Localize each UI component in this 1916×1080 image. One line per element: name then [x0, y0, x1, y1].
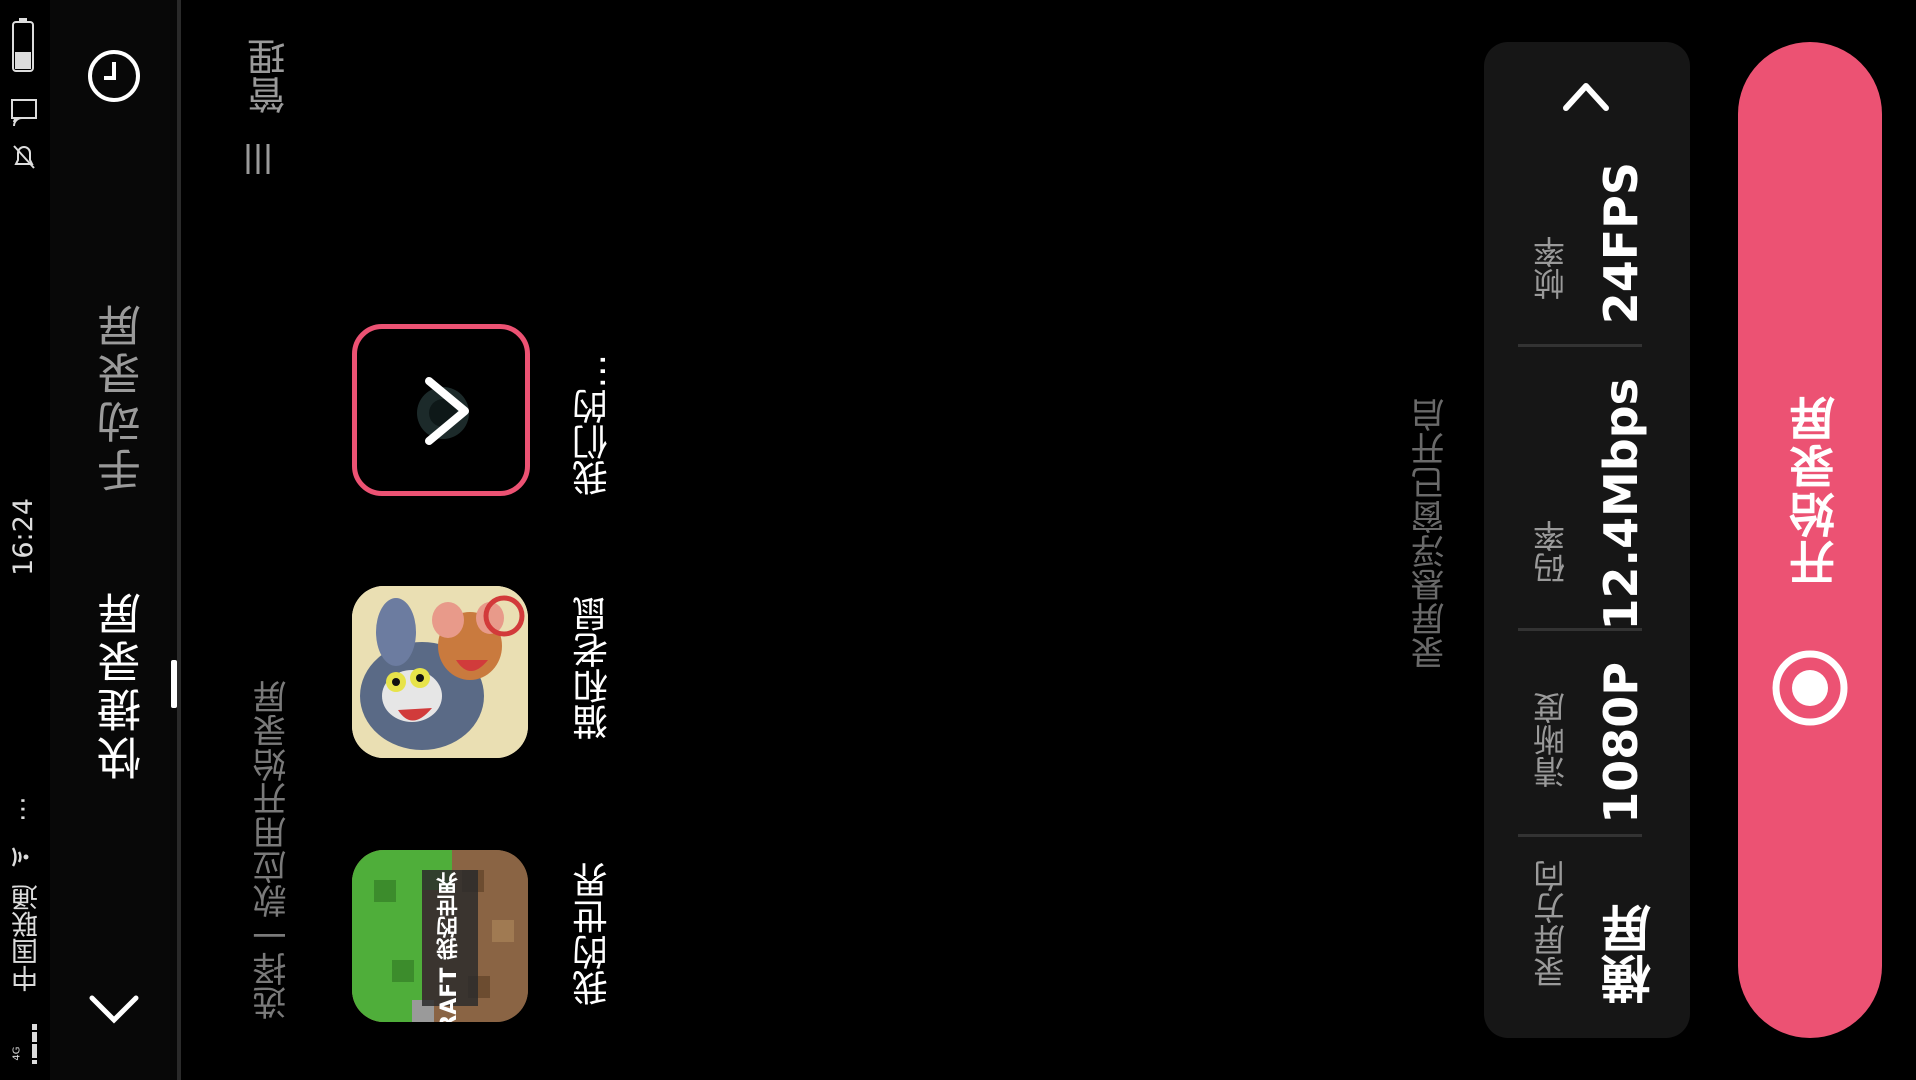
battery-icon	[12, 18, 34, 72]
tab-manual-record[interactable]: 手动录屏	[92, 300, 156, 492]
app-name: 我们的...	[573, 354, 614, 497]
settings-divider	[1518, 344, 1642, 347]
status-time: 16:24	[8, 498, 39, 576]
chevron-up-icon[interactable]	[1560, 70, 1612, 122]
settings-divider	[1518, 628, 1642, 631]
tab-panel	[50, 0, 181, 1080]
minecraft-icon[interactable]: MINECRAFT 我的世界	[352, 850, 528, 1022]
setting-orientation[interactable]: 录屏方向 横屏	[1524, 858, 1659, 1008]
setting-resolution-value: 1080P	[1594, 662, 1648, 824]
setting-fps-label: 帧率	[1532, 236, 1570, 300]
minecraft-logo-text: MINECRAFT 我的世界	[437, 872, 462, 1022]
setting-bitrate-value: 12.4Mbps	[1594, 378, 1648, 631]
status-carrier: 中国联通	[12, 884, 43, 992]
setting-orientation-value: 横屏	[1601, 904, 1659, 1004]
setting-fps-value: 24FPS	[1594, 162, 1648, 325]
settings-divider	[1518, 834, 1642, 837]
floating-window-status: 录屏悬浮窗已开启	[1411, 398, 1451, 670]
app-name: 我的世界	[573, 862, 614, 1006]
app-name: 猫和老鼠	[573, 596, 614, 740]
status-more-icon: ⋯	[8, 796, 38, 822]
start-recording-label: 开始录屏	[1788, 394, 1842, 586]
mute-bell-icon	[10, 142, 38, 172]
menu-icon	[244, 142, 276, 176]
tom-and-jerry-icon[interactable]	[352, 586, 528, 758]
history-icon[interactable]	[86, 48, 142, 104]
status-bar: 16:24 ⋯ 中国联通 4G	[0, 0, 50, 1080]
signal-icon: 4G	[10, 1018, 40, 1066]
record-icon	[1770, 648, 1850, 728]
setting-resolution-label: 清晰度	[1532, 692, 1570, 788]
tab-quick-record[interactable]: 快捷录屏	[92, 588, 156, 780]
setting-resolution[interactable]: 清晰度 1080P	[1524, 662, 1654, 824]
tab-active-indicator	[171, 660, 177, 708]
more-apps-icon[interactable]	[352, 324, 530, 496]
start-recording-button[interactable]: 开始录屏	[1738, 42, 1882, 1038]
cast-icon	[10, 98, 38, 128]
setting-bitrate-label: 码率	[1532, 520, 1570, 584]
wifi-icon	[9, 842, 39, 872]
panel-divider	[177, 0, 180, 1080]
select-app-hint: 选择一款应用开始录屏	[253, 680, 293, 1020]
status-network-type: 4G	[11, 1046, 23, 1061]
manage-label: 管理	[248, 38, 292, 114]
manage-button[interactable]: 管理	[238, 38, 292, 178]
setting-bitrate[interactable]: 码率 12.4Mbps	[1524, 372, 1654, 631]
chevron-down-icon[interactable]	[86, 980, 142, 1036]
setting-orientation-label: 录屏方向	[1532, 860, 1570, 988]
setting-fps[interactable]: 帧率 24FPS	[1524, 150, 1654, 330]
